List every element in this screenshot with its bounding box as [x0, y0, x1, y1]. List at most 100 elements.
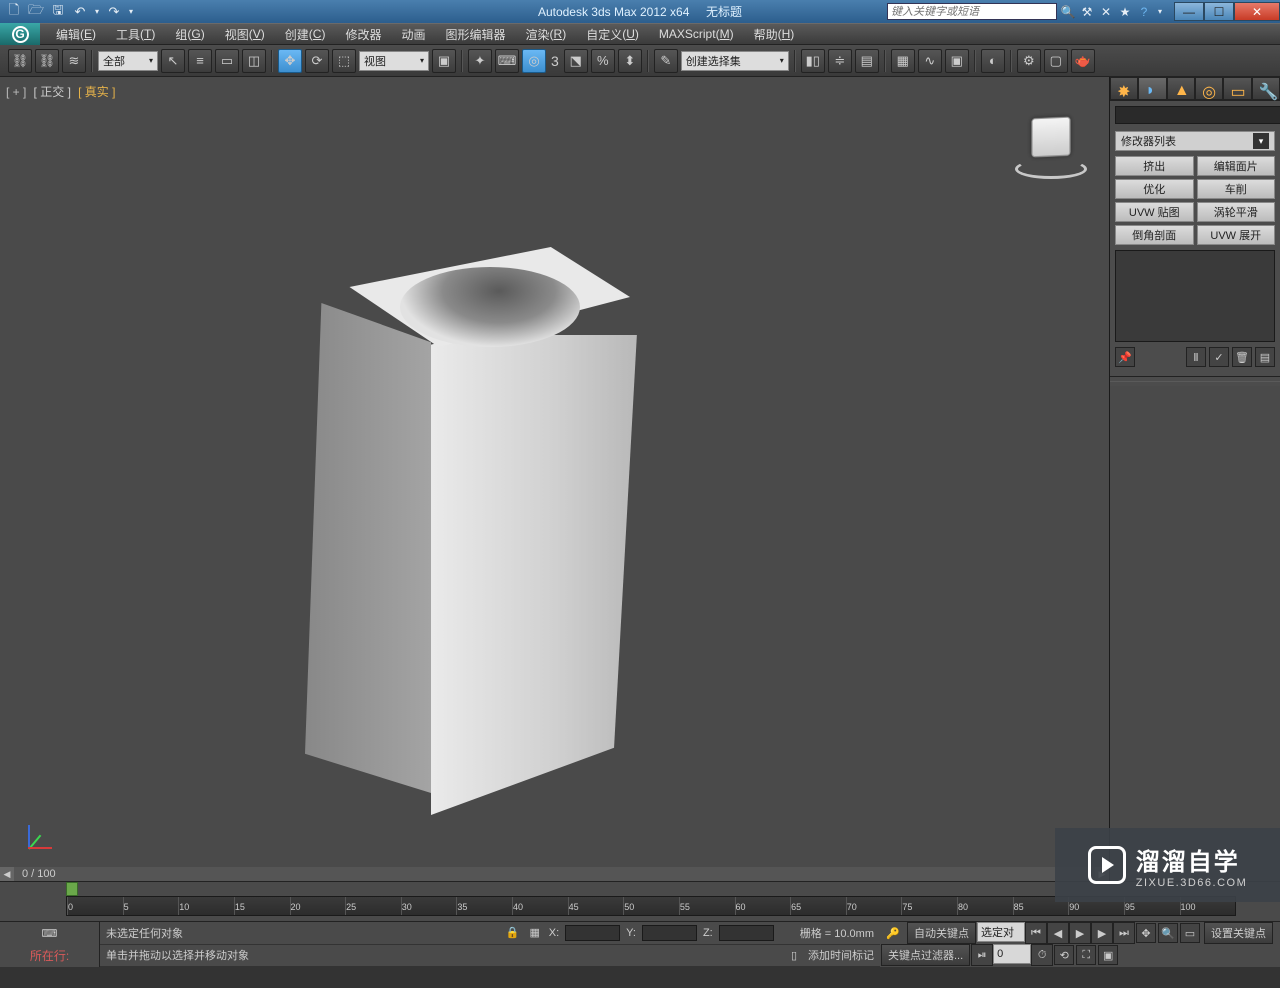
render-production-button[interactable]: 🫖 [1071, 49, 1095, 73]
modifier-button-2[interactable]: 优化 [1115, 179, 1194, 199]
key-step-icon[interactable]: ⏯ [971, 944, 993, 966]
percent-snap-button[interactable]: % [591, 49, 615, 73]
search-input[interactable] [887, 3, 1057, 20]
object-name-input[interactable] [1115, 106, 1280, 124]
new-file-icon[interactable]: 🗋 [4, 3, 24, 21]
material-editor-button[interactable]: ◐ [981, 49, 1005, 73]
select-object-button[interactable]: ↖ [161, 49, 185, 73]
zoom-icon[interactable]: 🔍 [1158, 923, 1178, 943]
mini-listener-icon[interactable] [0, 882, 22, 904]
redo-drop-icon[interactable]: ▾ [126, 3, 136, 21]
snap-toggle-button[interactable]: ◎ [522, 49, 546, 73]
next-frame-icon[interactable]: ▶ [1091, 922, 1113, 944]
coord-y-input[interactable] [642, 925, 697, 941]
mirror-button[interactable]: ▮▯ [801, 49, 825, 73]
angle-snap-button[interactable]: ⬔ [564, 49, 588, 73]
scroll-left-icon[interactable]: ◀ [0, 867, 14, 881]
save-file-icon[interactable]: 🖫 [48, 3, 68, 21]
keyboard-shortcut-button[interactable]: ⌨ [495, 49, 519, 73]
key-target-field[interactable]: 选定对 [977, 922, 1025, 942]
pan-view-icon[interactable]: ✥ [1136, 923, 1156, 943]
menu-animation[interactable]: 动画 [391, 24, 435, 44]
key-mode-icon[interactable]: 🔑 [880, 922, 906, 944]
tab-hierarchy[interactable]: ▲ [1167, 77, 1195, 100]
goto-end-icon[interactable]: ⏭ [1113, 922, 1135, 944]
favorite-icon[interactable]: ★ [1117, 4, 1133, 20]
undo-icon[interactable]: ↶ [70, 3, 90, 21]
configure-sets-button[interactable]: ▤ [1255, 347, 1275, 367]
modifier-stack[interactable] [1115, 250, 1275, 342]
schematic-view-button[interactable]: ▣ [945, 49, 969, 73]
exchange-icon[interactable]: ✕ [1098, 4, 1114, 20]
modifier-list-dropdown[interactable]: 修改器列表▾ [1115, 131, 1275, 151]
modifier-button-6[interactable]: 倒角剖面 [1115, 225, 1194, 245]
manipulate-button[interactable]: ✦ [468, 49, 492, 73]
render-setup-button[interactable]: ⚙ [1017, 49, 1041, 73]
selection-filter-dropdown[interactable]: 全部▾ [98, 51, 158, 71]
communication-icon[interactable]: ⚒ [1079, 4, 1095, 20]
time-config-icon[interactable]: ⏱ [1031, 944, 1053, 966]
prev-frame-icon[interactable]: ◀ [1047, 922, 1069, 944]
pivot-center-button[interactable]: ▣ [432, 49, 456, 73]
modifier-button-0[interactable]: 挤出 [1115, 156, 1194, 176]
unlink-button[interactable]: ⛓ [35, 49, 59, 73]
named-selection-dropdown[interactable]: 创建选择集▾ [681, 51, 789, 71]
window-crossing-button[interactable]: ◫ [242, 49, 266, 73]
menu-maxscript[interactable]: MAXScript(M) [649, 24, 744, 44]
tab-modify[interactable]: ◗ [1138, 77, 1166, 100]
menu-modifiers[interactable]: 修改器 [335, 24, 391, 44]
modifier-button-7[interactable]: UVW 展开 [1197, 225, 1276, 245]
modifier-button-3[interactable]: 车削 [1197, 179, 1276, 199]
maximize-viewport-icon[interactable]: ▣ [1098, 945, 1118, 965]
modifier-button-1[interactable]: 编辑面片 [1197, 156, 1276, 176]
fov-icon[interactable]: ▭ [1180, 923, 1200, 943]
orbit-icon[interactable]: ⟲ [1054, 945, 1074, 965]
time-slider-handle[interactable] [66, 882, 78, 896]
help-icon[interactable]: ? [1136, 4, 1152, 20]
make-unique-button[interactable]: ✓ [1209, 347, 1229, 367]
time-tag-icon[interactable]: ▯ [786, 947, 802, 963]
menu-edit[interactable]: 编辑(E) [46, 24, 106, 44]
autokey-button[interactable]: 自动关键点 [907, 922, 976, 944]
menu-views[interactable]: 视图(V) [215, 24, 275, 44]
show-end-result-button[interactable]: Ⅱ [1186, 347, 1206, 367]
select-by-name-button[interactable]: ≡ [188, 49, 212, 73]
menu-render[interactable]: 渲染(R) [516, 24, 577, 44]
window-maximize-button[interactable]: ☐ [1204, 2, 1234, 21]
edit-named-sel-button[interactable]: ✎ [654, 49, 678, 73]
viewcube[interactable] [1023, 117, 1079, 173]
lock-selection-icon[interactable]: 🔒 [505, 925, 521, 941]
app-menu-button[interactable]: G [0, 23, 40, 45]
help-drop-icon[interactable]: ▾ [1155, 4, 1165, 20]
window-minimize-button[interactable]: — [1174, 2, 1204, 21]
menu-create[interactable]: 创建(C) [275, 24, 336, 44]
goto-start-icon[interactable]: ⏮ [1025, 922, 1047, 944]
menu-help[interactable]: 帮助(H) [744, 24, 805, 44]
coord-x-input[interactable] [565, 925, 620, 941]
search-binoculars-icon[interactable]: 🔍 [1060, 4, 1076, 20]
link-button[interactable]: ⛓ [8, 49, 32, 73]
remove-modifier-button[interactable]: 🗑 [1232, 347, 1252, 367]
ref-coord-dropdown[interactable]: 视图▾ [359, 51, 429, 71]
menu-group[interactable]: 组(G) [165, 24, 214, 44]
undo-drop-icon[interactable]: ▾ [92, 3, 102, 21]
add-time-tag[interactable]: 添加时间标记 [808, 947, 874, 963]
setkey-button[interactable]: 设置关键点 [1204, 922, 1273, 944]
tab-motion[interactable]: ◎ [1195, 77, 1223, 100]
menu-graph[interactable]: 图形编辑器 [436, 24, 516, 44]
pin-stack-button[interactable]: 📌 [1115, 347, 1135, 367]
bind-spacewarp-button[interactable]: ≋ [62, 49, 86, 73]
modifier-button-4[interactable]: UVW 贴图 [1115, 202, 1194, 222]
layers-button[interactable]: ▤ [855, 49, 879, 73]
viewport-timebar[interactable]: ◀ 0 / 100 ▶ [0, 867, 1109, 881]
viewport[interactable]: [ + ] [ 正交 ] [ 真实 ] ◀ 0 / 100 ▶ [0, 77, 1110, 881]
redo-icon[interactable]: ↷ [104, 3, 124, 21]
select-region-rect-button[interactable]: ▭ [215, 49, 239, 73]
spinner-snap-button[interactable]: ⬍ [618, 49, 642, 73]
select-move-button[interactable]: ✥ [278, 49, 302, 73]
modifier-button-5[interactable]: 涡轮平滑 [1197, 202, 1276, 222]
select-rotate-button[interactable]: ⟳ [305, 49, 329, 73]
open-file-icon[interactable]: 🗁 [26, 3, 46, 21]
viewport-label[interactable]: [ + ] [ 正交 ] [ 真实 ] [6, 83, 115, 100]
current-frame-field[interactable]: 0 [993, 944, 1031, 964]
